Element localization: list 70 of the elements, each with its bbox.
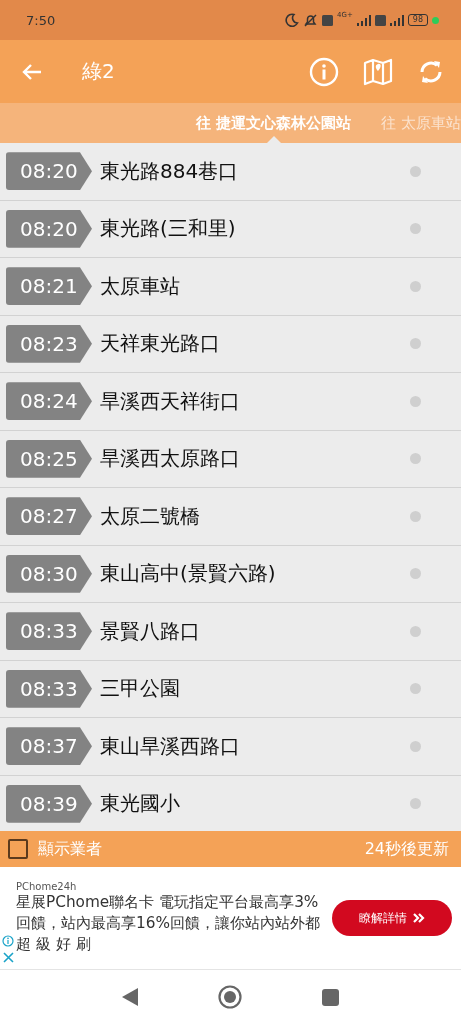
dot-icon	[410, 625, 421, 637]
chevron-icon	[413, 913, 425, 923]
stop-name: 旱溪西天祥街口	[100, 387, 241, 415]
arrival-time-tag: 08:20	[6, 152, 92, 191]
learn-more-button[interactable]: 瞭解詳情	[332, 900, 452, 936]
dot-icon	[410, 740, 421, 752]
arrival-time-tag: 08:20	[6, 209, 92, 248]
ad-text: 星展PChome聯名卡 電玩指定平台最高享3%回饋，站內最高享16%回饋，讓你站內站外都超 級 好 刷	[16, 892, 321, 955]
stop-name: 東光路(三和里)	[100, 215, 237, 243]
stop-name: 太原二號橋	[100, 502, 201, 530]
dot-icon	[410, 280, 421, 292]
home-icon[interactable]	[218, 985, 242, 1009]
dot-icon	[410, 338, 421, 350]
stop-name: 東山高中(景賢六路)	[100, 560, 277, 588]
stop-row[interactable]: 08:33 三甲公園	[0, 660, 461, 718]
stop-row[interactable]: 08:21 太原車站	[0, 258, 461, 316]
arrival-time-tag: 08:33	[6, 669, 92, 708]
dot-icon	[410, 395, 421, 407]
arrival-time-tag: 08:37	[6, 727, 92, 766]
stop-name: 東光路884巷口	[100, 157, 240, 185]
stop-row[interactable]: 08:20 東光路(三和里)	[0, 200, 461, 258]
stop-name: 景賢八路口	[100, 617, 201, 645]
map-icon[interactable]	[363, 56, 393, 87]
stop-row[interactable]: 08:24 旱溪西天祥街口	[0, 373, 461, 431]
dot-icon	[432, 16, 439, 24]
dot-icon	[410, 568, 421, 580]
moon-icon	[285, 13, 300, 27]
route-title: 綠2	[82, 58, 116, 85]
stop-row[interactable]: 08:27 太原二號橋	[0, 488, 461, 546]
close-icon[interactable]	[3, 952, 14, 963]
arrival-time-tag: 08:25	[6, 439, 92, 478]
dot-icon	[410, 798, 421, 810]
volte-icon	[322, 14, 334, 26]
stop-row[interactable]: 08:23 天祥東光路口	[0, 315, 461, 373]
checkbox[interactable]	[8, 839, 28, 859]
stop-row[interactable]: 08:20 東光路884巷口	[0, 143, 461, 201]
recents-icon[interactable]	[322, 988, 339, 1006]
dot-icon	[410, 453, 421, 465]
stop-name: 太原車站	[100, 272, 181, 300]
arrival-time-tag: 08:27	[6, 497, 92, 536]
stop-name: 東光國小	[100, 790, 181, 818]
show-operator-label: 顯示業者	[38, 838, 103, 860]
info-icon[interactable]	[2, 935, 14, 947]
stop-row[interactable]: 08:37 東山旱溪西路口	[0, 718, 461, 776]
arrival-time-tag: 08:39	[6, 784, 92, 823]
status-time: 7:50	[26, 12, 56, 28]
arrival-time-tag: 08:24	[6, 382, 92, 421]
stop-name: 天祥東光路口	[100, 330, 221, 358]
muted-bell-icon	[303, 12, 319, 28]
advertiser-name: PChome24h	[16, 881, 78, 892]
stop-row[interactable]: 08:33 景賢八路口	[0, 603, 461, 661]
back-icon[interactable]	[122, 988, 138, 1006]
dot-icon	[410, 683, 421, 695]
arrival-time-tag: 08:21	[6, 267, 92, 306]
battery-level: 98	[407, 14, 428, 26]
signal-icon	[389, 14, 404, 26]
dot-icon	[410, 223, 421, 235]
stop-row[interactable]: 08:25 旱溪西太原路口	[0, 430, 461, 488]
stop-name: 三甲公園	[100, 675, 181, 703]
stop-name: 東山旱溪西路口	[100, 732, 241, 760]
arrival-time-tag: 08:23	[6, 324, 92, 363]
dot-icon	[410, 165, 421, 177]
stop-row[interactable]: 08:30 東山高中(景賢六路)	[0, 545, 461, 603]
signal-icon	[356, 14, 371, 26]
arrival-time-tag: 08:30	[6, 554, 92, 593]
dot-icon	[410, 510, 421, 522]
arrival-time-tag: 08:33	[6, 612, 92, 651]
refresh-countdown: 24秒後更新	[364, 838, 449, 860]
stop-name: 旱溪西太原路口	[100, 445, 241, 473]
volte-icon	[374, 14, 386, 26]
